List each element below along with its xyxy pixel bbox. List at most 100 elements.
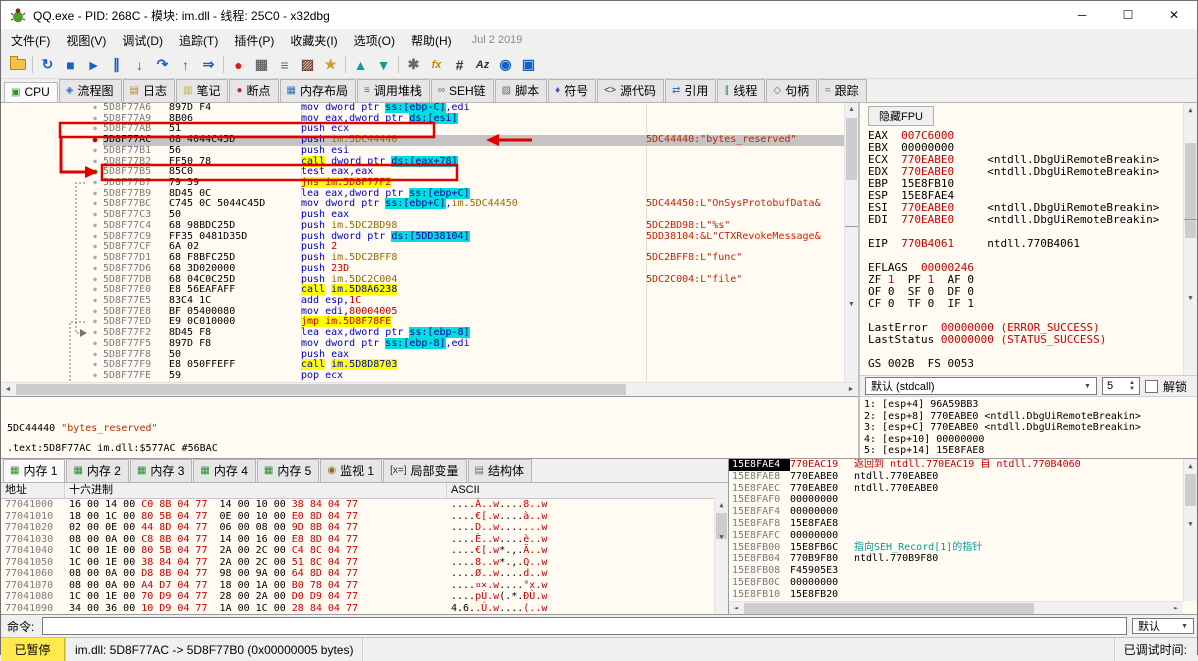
disasm-hscrollbar[interactable]: ◄ ► — [1, 382, 858, 396]
stack-row[interactable]: 15E8FAF400000000 — [729, 506, 1197, 518]
disassembly-view[interactable]: ●5D8F77A6897D F4mov dword ptr ss:[ebp-C]… — [1, 103, 858, 382]
breakpoint-dot-icon[interactable]: ● — [87, 307, 103, 318]
view-tab[interactable]: ◈流程图 — [59, 79, 122, 102]
memory-vscrollbar[interactable]: ▲ ▼ — [714, 498, 728, 614]
minimize-button[interactable]: ─ — [1059, 1, 1105, 29]
view-tab[interactable]: ▥笔记 — [176, 79, 228, 102]
scrollbar-thumb[interactable] — [846, 118, 857, 180]
memory-row[interactable]: 7704107008 00 0A 00 A4 D7 04 77 18 00 1A… — [1, 580, 728, 592]
breakpoint-dot-icon[interactable]: ● — [87, 242, 103, 253]
stack-row[interactable]: 15E8FB0015E8FB6C指向SEH_Record[1]的指针 — [729, 542, 1197, 554]
disasm-row[interactable]: ●5D8F77B156push esi — [1, 146, 846, 157]
scroll-right-button[interactable]: ► — [844, 383, 858, 396]
goto-top-icon[interactable]: ▲ — [349, 54, 372, 76]
stack-view[interactable]: 15E8FAE4770EAC19返回到 ntdll.770EAC19 自 ntd… — [729, 459, 1197, 614]
menu-item[interactable]: 收藏夹(I) — [282, 31, 345, 51]
breakpoint-dot-icon[interactable]: ● — [87, 339, 103, 350]
memory-row[interactable]: 7704106008 00 0A 00 D8 8B 04 77 98 00 9A… — [1, 568, 728, 580]
disasm-row[interactable]: ●5D8F77D668 3D020000push 23D — [1, 264, 846, 275]
menu-item[interactable]: 选项(O) — [346, 31, 403, 51]
memory-row[interactable]: 770410401C 00 1E 00 80 5B 04 77 2A 00 2C… — [1, 545, 728, 557]
argument-count-spinner[interactable]: 5 ▲▼ — [1102, 377, 1140, 395]
memory-row[interactable]: 7704101018 00 1C 00 80 5B 04 77 0E 00 10… — [1, 511, 728, 523]
breakpoints-icon[interactable]: ● — [227, 54, 250, 76]
step-into-icon[interactable]: ↓ — [128, 54, 151, 76]
stack-row[interactable]: 15E8FB0C00000000 — [729, 577, 1197, 589]
pause-icon[interactable]: ∥ — [105, 54, 128, 76]
maximize-button[interactable]: ☐ — [1105, 1, 1151, 29]
scrollbar-thumb[interactable] — [16, 384, 626, 395]
view-tab[interactable]: ▧脚本 — [495, 79, 547, 102]
menu-item[interactable]: 文件(F) — [3, 31, 58, 51]
argument-row[interactable]: 1: [esp+4] 96A59BB3 — [864, 399, 1193, 411]
breakpoint-dot-red-icon[interactable]: ● — [87, 135, 103, 146]
memory-row[interactable]: 7704100016 00 14 00 C0 8B 04 77 14 00 10… — [1, 499, 728, 511]
stack-row[interactable]: 15E8FB1015E8FB20 — [729, 589, 1197, 601]
argument-row[interactable]: 5: [esp+14] 15E8FAE8 — [864, 445, 1193, 457]
register-line[interactable]: CF 0 TF 0 IF 1 — [868, 298, 1183, 310]
step-out-icon[interactable]: ↑ — [174, 54, 197, 76]
stack-row[interactable]: 15E8FAE8770EABE0ntdll.770EABE0 — [729, 471, 1197, 483]
scroll-down-button[interactable]: ▼ — [1184, 219, 1197, 375]
breakpoint-dot-icon[interactable]: ● — [87, 371, 103, 382]
patches-icon[interactable]: ▨ — [296, 54, 319, 76]
breakpoint-dot-icon[interactable]: ● — [87, 157, 103, 168]
view-tab[interactable]: ♦符号 — [548, 79, 596, 102]
scroll-down-button[interactable]: ▼ — [1184, 459, 1197, 601]
view-tab[interactable]: ◇句柄 — [766, 79, 817, 102]
register-line[interactable]: EIP 770B4061 ntdll.770B4061 — [868, 238, 1183, 250]
breakpoint-dot-icon[interactable]: ● — [87, 264, 103, 275]
scrollbar-thumb[interactable] — [744, 603, 1034, 614]
stack-row[interactable]: 15E8FB04770B9F80ntdll.770B9F80 — [729, 553, 1197, 565]
argument-row[interactable]: 3: [esp+C] 770EABE0 <ntdll.DbgUiRemoteBr… — [864, 422, 1193, 434]
breakpoint-dot-icon[interactable]: ● — [87, 285, 103, 296]
run-to-user-icon[interactable]: ⇒ — [197, 54, 220, 76]
step-over-icon[interactable]: ↷ — [151, 54, 174, 76]
memory-dump-view[interactable]: 地址 十六进制 ASCII 7704100016 00 14 00 C0 8B … — [1, 483, 728, 614]
stack-row[interactable]: 15E8FAE4770EAC19返回到 ntdll.770EAC19 自 ntd… — [729, 459, 1197, 471]
stack-row[interactable]: 15E8FAF815E8FAE8 — [729, 518, 1197, 530]
command-input[interactable] — [42, 617, 1127, 635]
memory-row[interactable]: 7704109034 00 36 00 10 D9 04 77 1A 00 1C… — [1, 603, 728, 615]
stack-row[interactable]: 15E8FAF000000000 — [729, 494, 1197, 506]
memory-row[interactable]: 770410501C 00 1E 00 38 84 04 77 2A 00 2C… — [1, 557, 728, 569]
shortcuts-icon[interactable]: # — [448, 54, 471, 76]
calling-convention-select[interactable]: 默认 (stdcall) ▼ — [865, 377, 1097, 395]
view-tab[interactable]: ▣CPU — [4, 82, 58, 102]
open-file-icon[interactable] — [6, 54, 29, 76]
run-icon[interactable]: ► — [82, 54, 105, 76]
stack-row[interactable]: 15E8FAEC770EABE0ntdll.770EABE0 — [729, 483, 1197, 495]
view-tab[interactable]: ≈跟踪 — [818, 79, 867, 102]
scroll-up-button[interactable]: ▲ — [1184, 103, 1197, 116]
argument-row[interactable]: 2: [esp+8] 770EABE0 <ntdll.DbgUiRemoteBr… — [864, 411, 1193, 423]
breakpoint-dot-icon[interactable]: ● — [87, 317, 103, 328]
menu-item[interactable]: 帮助(H) — [403, 31, 460, 51]
preferences-icon[interactable]: ✱ — [402, 54, 425, 76]
arguments-view[interactable]: 1: [esp+4] 96A59BB32: [esp+8] 770EABE0 <… — [860, 397, 1197, 458]
registers-vscrollbar[interactable]: ▲ ▼ — [1183, 103, 1197, 375]
menu-item[interactable]: 调试(D) — [114, 31, 171, 51]
stop-icon[interactable]: ■ — [59, 54, 82, 76]
command-profile-select[interactable]: 默认 ▼ — [1132, 618, 1194, 634]
favourites-icon[interactable]: ★ — [319, 54, 342, 76]
breakpoint-dot-icon[interactable]: ● — [87, 210, 103, 221]
register-line[interactable]: EDI 770EABE0 <ntdll.DbgUiRemoteBreakin> — [868, 214, 1183, 226]
close-button[interactable]: ✕ — [1151, 1, 1197, 29]
unlock-checkbox[interactable] — [1145, 380, 1158, 393]
call-stack-icon[interactable]: ≡ — [273, 54, 296, 76]
memory-row[interactable]: 7704102002 00 0E 00 44 8D 04 77 06 00 08… — [1, 522, 728, 534]
register-line[interactable]: GS 002B FS 0053 — [868, 358, 1183, 370]
calculator-icon[interactable]: ◉ — [494, 54, 517, 76]
argument-row[interactable]: 4: [esp+10] 00000000 — [864, 434, 1193, 446]
menu-item[interactable]: 视图(V) — [58, 31, 114, 51]
breakpoint-dot-icon[interactable]: ● — [87, 350, 103, 361]
breakpoint-dot-icon[interactable]: ● — [87, 199, 103, 210]
breakpoint-dot-icon[interactable]: ● — [87, 178, 103, 189]
stack-vscrollbar[interactable]: ▲ ▼ — [1183, 459, 1197, 601]
view-tab[interactable]: ∥线程 — [717, 79, 765, 102]
hide-fpu-button[interactable]: 隐藏FPU — [868, 106, 934, 126]
breakpoint-dot-icon[interactable]: ● — [87, 275, 103, 286]
breakpoint-dot-icon[interactable]: ● — [87, 296, 103, 307]
breakpoint-dot-icon[interactable]: ● — [87, 114, 103, 125]
view-tab[interactable]: ∞SEH链 — [431, 79, 494, 102]
